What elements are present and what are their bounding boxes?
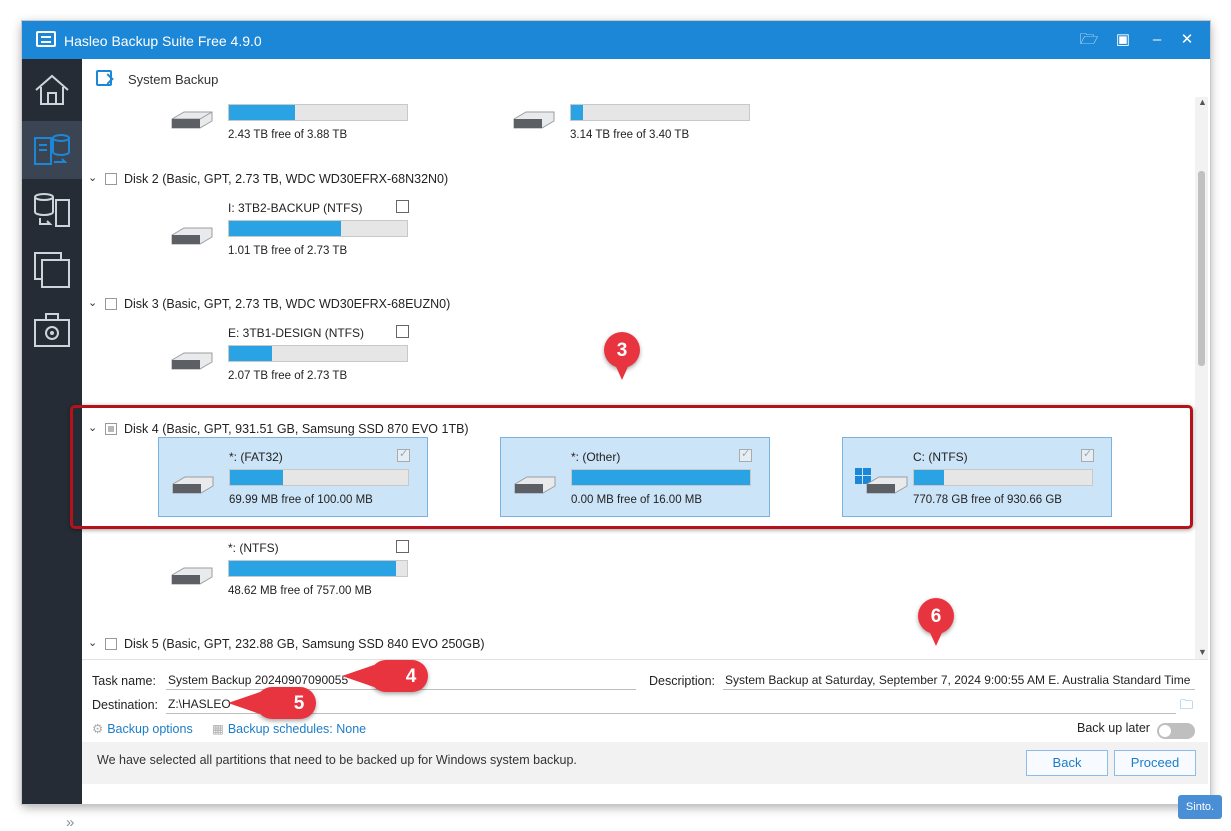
disk-5-header[interactable]: ⌄ Disk 5 (Basic, GPT, 232.88 GB, Samsung… — [82, 636, 682, 654]
status-message: We have selected all partitions that nee… — [97, 753, 577, 767]
close-button[interactable]: ✕ — [1176, 29, 1198, 51]
disk-5-label: Disk 5 (Basic, GPT, 232.88 GB, Samsung S… — [124, 637, 485, 651]
usage-bar — [228, 345, 408, 362]
sidebar-item-restore[interactable] — [22, 181, 82, 239]
description-label: Description: — [649, 674, 715, 688]
usage-bar — [228, 220, 408, 237]
home-icon — [35, 74, 69, 105]
back-button[interactable]: Back — [1026, 750, 1108, 776]
scrollbar-thumb[interactable] — [1198, 171, 1205, 366]
scroll-down-icon[interactable]: ▼ — [1198, 647, 1207, 657]
partition-disk2-1[interactable]: I: 3TB2-BACKUP (NTFS) 1.01 TB free of 2.… — [158, 189, 428, 269]
disk-2-checkbox[interactable] — [105, 173, 117, 185]
partition-name: *: (NTFS) — [228, 541, 279, 555]
proceed-button[interactable]: Proceed — [1114, 750, 1196, 776]
annotation-marker-5: 5 — [228, 687, 316, 719]
partition-prev-1[interactable]: 2.43 TB free of 3.88 TB — [158, 97, 428, 153]
partition-space: 3.14 TB free of 3.40 TB — [570, 129, 690, 141]
window-title: Hasleo Backup Suite Free 4.9.0 — [64, 33, 262, 49]
page-title: System Backup — [128, 72, 219, 87]
minimize-button[interactable]: – — [1146, 29, 1168, 51]
annotation-marker-3: 3 — [604, 332, 640, 380]
partition-space: 48.62 MB free of 757.00 MB — [228, 585, 372, 597]
title-bar: Hasleo Backup Suite Free 4.9.0 🗁 ▣ – ✕ — [22, 21, 1210, 59]
disk-3-label: Disk 3 (Basic, GPT, 2.73 TB, WDC WD30EFR… — [124, 297, 451, 311]
browse-folder-icon[interactable]: 🗀 — [1180, 696, 1193, 718]
back-up-later-label: Back up later — [1077, 721, 1150, 735]
sidebar-item-clone[interactable] — [22, 241, 82, 299]
expand-sidebar-icon[interactable]: » — [66, 814, 74, 831]
footer-bar: We have selected all partitions that nee… — [82, 742, 1208, 784]
backup-options-link[interactable]: Backup options — [92, 721, 192, 736]
system-backup-icon — [34, 134, 70, 165]
partition-checkbox[interactable] — [396, 200, 409, 213]
chevron-down-icon[interactable]: ⌄ — [88, 296, 97, 309]
destination-label: Destination: — [92, 698, 159, 712]
task-name-label: Task name: — [92, 674, 156, 688]
back-up-later-toggle[interactable] — [1157, 723, 1195, 739]
partition-checkbox[interactable] — [396, 540, 409, 553]
drive-icon — [171, 111, 213, 129]
usage-bar — [228, 104, 408, 121]
usage-bar — [570, 104, 750, 121]
partition-prev-2[interactable]: 3.14 TB free of 3.40 TB — [500, 97, 770, 153]
drive-icon — [171, 352, 213, 370]
partition-disk4-ntfs[interactable]: *: (NTFS) 48.62 MB free of 757.00 MB — [158, 529, 428, 609]
disk-3-checkbox[interactable] — [105, 298, 117, 310]
partition-name: E: 3TB1-DESIGN (NTFS) — [228, 326, 365, 340]
app-logo-icon — [36, 31, 56, 47]
annotation-marker-4: 4 — [342, 660, 428, 692]
description-input[interactable] — [723, 670, 1195, 690]
partition-space: 2.43 TB free of 3.88 TB — [228, 129, 348, 141]
page-header: System Backup — [82, 59, 1210, 97]
tools-icon — [34, 313, 70, 347]
disk-2-header[interactable]: ⌄ Disk 2 (Basic, GPT, 2.73 TB, WDC WD30E… — [82, 171, 682, 189]
backup-schedules-link[interactable]: Backup schedules: None — [212, 721, 366, 736]
scroll-up-icon[interactable]: ▲ — [1198, 97, 1207, 107]
destination-input[interactable] — [166, 694, 1176, 714]
drive-icon — [513, 111, 555, 129]
drive-icon — [171, 567, 213, 585]
partition-disk3-1[interactable]: E: 3TB1-DESIGN (NTFS) 2.07 TB free of 2.… — [158, 314, 428, 394]
watermark-badge: Sinto. — [1178, 795, 1222, 819]
vertical-scrollbar[interactable]: ▲ ▼ — [1195, 97, 1208, 659]
disk-5-checkbox[interactable] — [105, 638, 117, 650]
menu-icon[interactable]: ▣ — [1112, 29, 1134, 51]
partition-checkbox[interactable] — [396, 325, 409, 338]
drive-icon — [171, 227, 213, 245]
disk-3-header[interactable]: ⌄ Disk 3 (Basic, GPT, 2.73 TB, WDC WD30E… — [82, 296, 682, 314]
usage-bar — [228, 560, 408, 577]
highlight-box — [70, 405, 1193, 529]
partition-space: 1.01 TB free of 2.73 TB — [228, 245, 348, 257]
restore-icon — [34, 193, 70, 227]
partition-name: I: 3TB2-BACKUP (NTFS) — [228, 201, 363, 215]
sidebar-item-tools[interactable] — [22, 301, 82, 359]
annotation-marker-6: 6 — [918, 598, 954, 646]
partition-list: 2.43 TB free of 3.88 TB 3.14 TB free of … — [82, 97, 1195, 659]
partition-space: 2.07 TB free of 2.73 TB — [228, 370, 348, 382]
chevron-down-icon[interactable]: ⌄ — [88, 636, 97, 649]
clone-icon — [34, 252, 70, 288]
sidebar-item-home[interactable] — [22, 61, 82, 119]
chevron-down-icon[interactable]: ⌄ — [88, 171, 97, 184]
sidebar-item-backup[interactable] — [22, 121, 82, 179]
folder-open-icon[interactable]: 🗁 — [1078, 29, 1100, 51]
system-backup-header-icon — [96, 70, 112, 86]
disk-2-label: Disk 2 (Basic, GPT, 2.73 TB, WDC WD30EFR… — [124, 172, 449, 186]
